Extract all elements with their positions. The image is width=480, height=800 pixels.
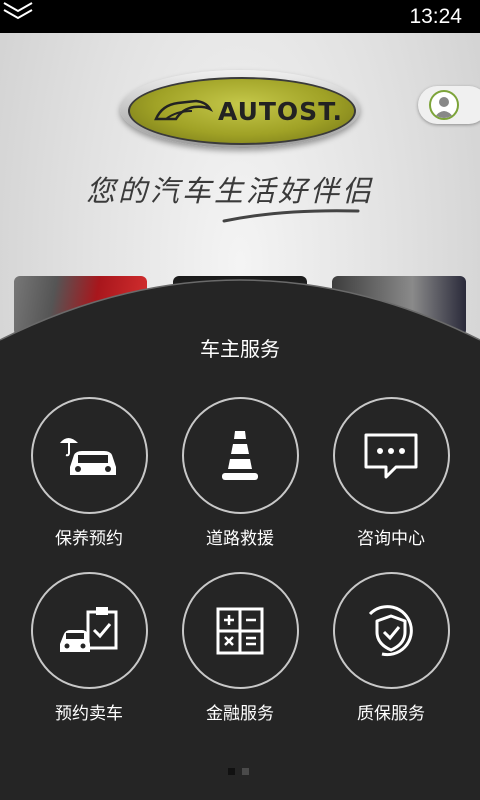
service-sell-car-booking[interactable]: 预约卖车 (14, 572, 164, 724)
status-time: 13:24 (409, 5, 462, 28)
service-label: 预约卖车 (55, 704, 123, 723)
logo-car-icon (154, 99, 214, 121)
shield-check-icon (368, 604, 413, 656)
service-label: 道路救援 (206, 529, 274, 548)
user-avatar-icon (429, 90, 459, 120)
service-finance[interactable]: 金融服务 (165, 572, 315, 724)
chat-bubble-icon (364, 433, 418, 478)
service-label: 金融服务 (206, 704, 274, 723)
page-indicator[interactable] (228, 762, 256, 780)
page-dot[interactable] (242, 768, 249, 775)
logo-text: AUTOST. (218, 97, 343, 126)
traffic-cone-icon (222, 430, 258, 480)
banner-photo-3[interactable] (332, 276, 466, 336)
service-warranty[interactable]: 质保服务 (316, 572, 466, 724)
user-profile-button[interactable] (418, 86, 480, 124)
status-bar: 13:24 (0, 0, 480, 33)
service-road-rescue[interactable]: 道路救援 (165, 397, 315, 549)
service-consulting-center[interactable]: 咨询中心 (316, 397, 466, 549)
car-clipboard-icon (60, 606, 118, 652)
banner-photo-2[interactable] (173, 276, 307, 336)
slogan: 您的汽车生活好伴侣 (86, 174, 375, 208)
banner-photo-1[interactable] (14, 276, 147, 336)
autost-logo: AUTOST. (120, 70, 360, 148)
service-maintenance-booking[interactable]: 保养预约 (14, 397, 164, 549)
page-dot-active[interactable] (228, 768, 235, 775)
car-umbrella-icon (60, 437, 116, 475)
service-label: 质保服务 (357, 704, 425, 723)
panel-title: 车主服务 (200, 339, 280, 361)
calculator-icon (216, 607, 264, 654)
service-label: 咨询中心 (357, 529, 425, 548)
chevron-down-icon[interactable] (0, 0, 36, 20)
slogan-underline (222, 209, 360, 223)
service-label: 保养预约 (55, 529, 123, 548)
